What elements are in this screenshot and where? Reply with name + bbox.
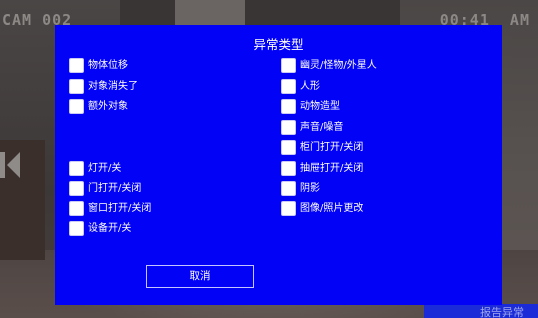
checkbox[interactable] bbox=[69, 181, 84, 196]
option-label: 窗口打开/关闭 bbox=[88, 203, 152, 214]
report-anomaly-tab[interactable]: 报告异常 bbox=[424, 304, 538, 318]
option-label: 额外对象 bbox=[88, 101, 128, 112]
dialog-title: 异常类型 bbox=[253, 37, 304, 52]
anomaly-type-dialog: 异常类型 物体位移对象消失了额外对象灯开/关门打开/关闭 窗口打开/关闭 设备开/关… bbox=[55, 25, 502, 305]
option-label: 对象消失了 bbox=[88, 81, 138, 92]
checkbox[interactable] bbox=[281, 140, 296, 155]
checkbox[interactable] bbox=[69, 201, 84, 216]
cancel-button[interactable]: 取消 bbox=[146, 265, 254, 288]
checkbox[interactable] bbox=[281, 58, 296, 73]
checkbox[interactable] bbox=[281, 120, 296, 135]
option-label: 抽屉打开/关闭 bbox=[300, 163, 364, 174]
option-label: 声音/噪音 bbox=[300, 122, 344, 133]
checkbox[interactable] bbox=[281, 161, 296, 176]
checkbox[interactable] bbox=[69, 161, 84, 176]
checkbox[interactable] bbox=[69, 221, 84, 236]
checkbox[interactable] bbox=[281, 79, 296, 94]
option-label: 灯开/关 bbox=[88, 163, 122, 174]
option-label: 图像/照片更改 bbox=[300, 203, 364, 214]
option-label: 人形 bbox=[300, 81, 320, 92]
option-label: 动物造型 bbox=[300, 101, 340, 112]
option-label: 物体位移 bbox=[88, 60, 128, 71]
checkbox[interactable] bbox=[281, 99, 296, 114]
checkbox[interactable] bbox=[69, 79, 84, 94]
option-label: 设备开/关 bbox=[88, 223, 132, 234]
option-label: 幽灵/怪物/外星人 bbox=[300, 60, 377, 71]
checkbox[interactable] bbox=[69, 99, 84, 114]
checkbox[interactable] bbox=[281, 181, 296, 196]
checkbox[interactable] bbox=[69, 58, 84, 73]
checkbox[interactable] bbox=[281, 201, 296, 216]
option-label: 门打开/关闭 bbox=[88, 183, 142, 194]
option-label: 柜门打开/关闭 bbox=[300, 142, 364, 153]
chevron-left-icon[interactable] bbox=[0, 150, 20, 180]
option-label: 阴影 bbox=[300, 183, 320, 194]
